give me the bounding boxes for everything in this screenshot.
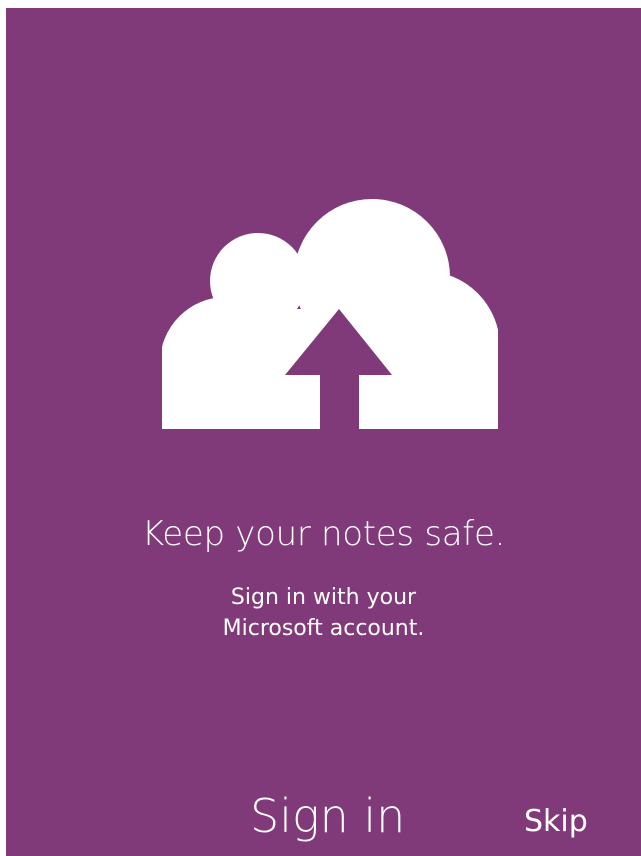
skip-button[interactable]: Skip <box>518 802 594 842</box>
onboarding-screen: Keep your notes safe. Sign in with your … <box>6 8 641 856</box>
subtitle-line-2: Microsoft account. <box>222 616 425 641</box>
page-title: Keep your notes safe. <box>141 514 506 554</box>
subtitle: Sign in with your Microsoft account. <box>6 582 641 644</box>
subtitle-line-1: Sign in with your <box>230 585 417 610</box>
sign-in-button[interactable]: Sign in <box>242 784 413 848</box>
cloud-upload-icon <box>162 199 498 435</box>
